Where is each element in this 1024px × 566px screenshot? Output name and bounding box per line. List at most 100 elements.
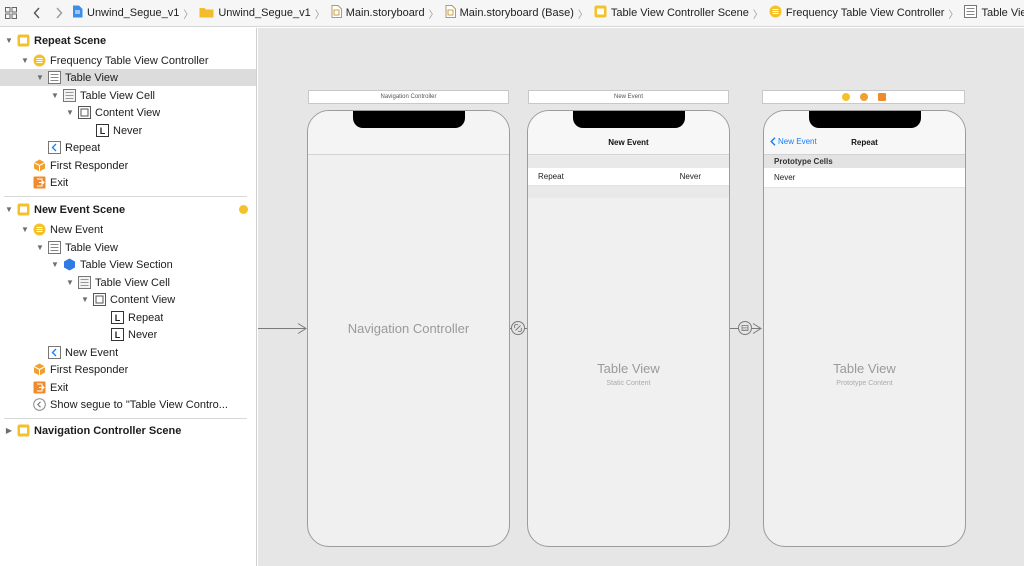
section-spacing xyxy=(528,156,729,168)
outline-row-exit[interactable]: Exit xyxy=(0,174,256,191)
svg-text:L: L xyxy=(114,313,120,323)
cell-detail: Never xyxy=(679,172,701,181)
breadcrumb-separator: 〉 xyxy=(577,9,588,21)
exit-dock-icon[interactable] xyxy=(877,93,886,101)
outline-label: Never xyxy=(128,328,158,341)
folder-icon xyxy=(199,6,214,21)
label-icon: L xyxy=(95,124,109,138)
breadcrumb-separator: 〉 xyxy=(752,9,763,21)
breadcrumb-view-controller[interactable]: Frequency Table View Controller 〉 xyxy=(767,5,963,21)
repeat-cell[interactable]: Repeat Never xyxy=(528,168,729,186)
disclosure-triangle-icon[interactable]: ▶ xyxy=(4,426,14,436)
breadcrumb-label: Unwind_Segue_v1 xyxy=(87,7,180,19)
scene-icon xyxy=(594,5,607,21)
back-segue-icon xyxy=(47,346,61,360)
storyboard-file-icon xyxy=(331,5,342,21)
breadcrumb-separator: 〉 xyxy=(183,9,194,21)
disclosure-triangle-icon[interactable]: ▼ xyxy=(50,260,60,270)
breadcrumb-storyboard[interactable]: Main.storyboard 〉 xyxy=(329,5,443,21)
breadcrumb-table-view[interactable]: Table View xyxy=(962,5,1024,21)
new-event-scene[interactable]: New Event Repeat Never Table View Static… xyxy=(527,110,730,547)
outline-row-nav-controller-scene[interactable]: ▶ Navigation Controller Scene xyxy=(0,422,256,439)
prototype-cell[interactable]: Never xyxy=(764,168,965,188)
breadcrumb-label: Unwind_Segue_v1 xyxy=(218,7,311,19)
outline-row-label-repeat[interactable]: L Repeat xyxy=(0,309,256,326)
breadcrumb-label: Main.storyboard (Base) xyxy=(459,7,574,19)
outline-row-label-never-2[interactable]: L Never xyxy=(0,326,256,343)
table-view-cell-icon xyxy=(77,276,91,290)
outline-row-content-view-2[interactable]: ▼ Content View xyxy=(0,291,256,308)
outline-row-table-view-selected[interactable]: ▼ Table View xyxy=(0,69,256,86)
outline-label: Table View xyxy=(65,241,118,254)
breadcrumb-scene[interactable]: Table View Controller Scene 〉 xyxy=(592,5,767,21)
label-icon: L xyxy=(110,328,124,342)
breadcrumb-project[interactable]: Unwind_Segue_v1 〉 xyxy=(70,5,197,21)
table-view-icon xyxy=(964,5,978,21)
outline-label: Table View Section xyxy=(80,258,173,271)
breadcrumb-separator: 〉 xyxy=(948,9,959,21)
repeat-scene-bar[interactable] xyxy=(762,90,965,104)
nav-controller-scene-bar[interactable]: Navigation Controller xyxy=(308,90,509,104)
outline-row-exit-2[interactable]: Exit xyxy=(0,379,256,396)
breadcrumb-folder[interactable]: Unwind_Segue_v1 〉 xyxy=(197,6,328,21)
outline-label: First Responder xyxy=(50,363,129,376)
outline-label: Table View Cell xyxy=(95,276,171,289)
scene-bar-title: New Event xyxy=(613,94,643,100)
disclosure-triangle-icon[interactable]: ▼ xyxy=(65,278,75,288)
outline-row-content-view[interactable]: ▼ Content View xyxy=(0,104,256,121)
disclosure-triangle-icon[interactable]: ▼ xyxy=(80,295,90,305)
outline-row-first-responder[interactable]: First Responder xyxy=(0,157,256,174)
outline-row-new-event-back[interactable]: New Event xyxy=(0,344,256,361)
disclosure-triangle-icon[interactable]: ▼ xyxy=(20,56,30,66)
outline-row-new-event-vc[interactable]: ▼ New Event xyxy=(0,221,256,238)
relationship-segue-icon[interactable] xyxy=(511,321,525,335)
outline-row-table-view-2[interactable]: ▼ Table View xyxy=(0,239,256,256)
outline-row-label-never[interactable]: L Never xyxy=(0,122,256,139)
outline-row-repeat-segue[interactable]: Repeat xyxy=(0,139,256,156)
outline-label: Repeat Scene xyxy=(34,34,107,47)
back-chevron-icon[interactable] xyxy=(26,2,48,24)
forward-chevron-icon[interactable] xyxy=(48,2,70,24)
svg-text:L: L xyxy=(114,330,120,340)
new-event-scene-bar[interactable]: New Event xyxy=(528,90,729,104)
document-outline: ▼ Repeat Scene ▼ Frequency Table View Co… xyxy=(0,28,257,566)
storyboard-canvas[interactable]: Navigation Controller Navigation Control… xyxy=(258,28,1024,566)
exit-icon xyxy=(32,176,46,190)
disclosure-triangle-icon[interactable]: ▼ xyxy=(20,225,30,235)
disclosure-triangle-icon[interactable]: ▼ xyxy=(50,91,60,101)
first-responder-dock-icon[interactable] xyxy=(859,93,868,101)
device-notch xyxy=(808,111,921,128)
show-segue-icon[interactable] xyxy=(738,321,752,335)
outline-row-frequency-tvc[interactable]: ▼ Frequency Table View Controller xyxy=(0,52,256,69)
disclosure-triangle-icon[interactable]: ▼ xyxy=(4,36,14,46)
outline-row-new-event-scene[interactable]: ▼ New Event Scene xyxy=(0,201,256,218)
disclosure-triangle-icon[interactable]: ▼ xyxy=(65,108,75,118)
outline-row-show-segue[interactable]: Show segue to "Table View Contro... xyxy=(0,396,256,413)
cell-title: Never xyxy=(774,173,796,182)
scene-icon xyxy=(16,34,30,48)
scene-divider xyxy=(4,418,247,419)
outline-row-repeat-scene[interactable]: ▼ Repeat Scene xyxy=(0,32,256,49)
disclosure-triangle-icon[interactable]: ▼ xyxy=(35,73,45,83)
device-notch xyxy=(572,111,685,128)
related-items-grid-icon[interactable] xyxy=(0,2,22,24)
nav-controller-scene[interactable]: Navigation Controller xyxy=(307,110,510,547)
breadcrumb-label: Table View Controller Scene xyxy=(610,7,749,19)
table-view-icon xyxy=(47,71,61,85)
view-controller-dock-icon[interactable] xyxy=(841,93,850,101)
breadcrumb-storyboard-base[interactable]: Main.storyboard (Base) 〉 xyxy=(443,5,592,21)
outline-label: New Event xyxy=(65,346,119,359)
repeat-scene[interactable]: New Event Repeat Prototype Cells Never T… xyxy=(763,110,966,547)
navbar-title: Repeat xyxy=(851,138,878,147)
outline-row-table-view-cell-2[interactable]: ▼ Table View Cell xyxy=(0,274,256,291)
scene-status-dot-icon xyxy=(239,205,248,214)
outline-row-table-view-section[interactable]: ▼ Table View Section xyxy=(0,256,256,273)
project-file-icon xyxy=(72,5,83,21)
outline-label: Exit xyxy=(50,381,69,394)
disclosure-triangle-icon[interactable]: ▼ xyxy=(4,205,14,215)
outline-row-table-view-cell[interactable]: ▼ Table View Cell xyxy=(0,87,256,104)
outline-row-first-responder-2[interactable]: First Responder xyxy=(0,361,256,378)
view-controller-icon xyxy=(769,5,782,21)
disclosure-triangle-icon[interactable]: ▼ xyxy=(35,243,45,253)
breadcrumb-separator: 〉 xyxy=(428,9,439,21)
